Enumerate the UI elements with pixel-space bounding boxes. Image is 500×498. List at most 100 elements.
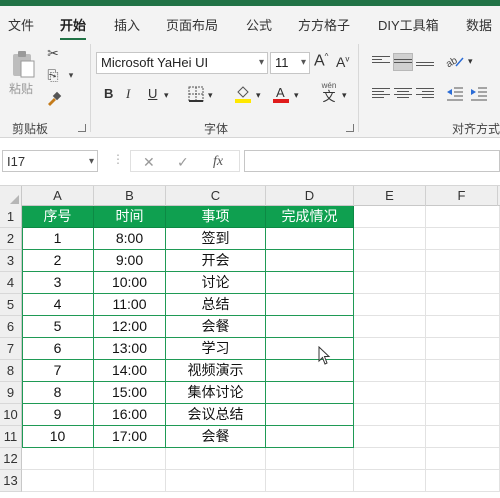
insert-function-icon[interactable]: fx [213, 154, 223, 170]
empty-cell[interactable] [354, 272, 426, 294]
table-cell[interactable] [266, 294, 354, 316]
grow-font-button[interactable]: A^ [314, 52, 328, 70]
table-cell[interactable]: 会餐 [166, 426, 266, 448]
table-cell[interactable] [266, 404, 354, 426]
row-header[interactable]: 6 [0, 316, 22, 338]
decrease-indent-icon[interactable] [446, 86, 464, 102]
table-cell[interactable]: 总结 [166, 294, 266, 316]
copy-dropdown-icon[interactable]: ▾ [62, 66, 80, 84]
underline-dropdown-icon[interactable]: ▾ [164, 90, 169, 101]
empty-cell[interactable] [354, 404, 426, 426]
table-cell[interactable]: 16:00 [94, 404, 166, 426]
table-header-cell[interactable]: 完成情况 [266, 206, 354, 228]
format-painter-icon[interactable] [44, 90, 62, 108]
tab-insert[interactable]: 插入 [114, 15, 140, 34]
empty-cell[interactable] [22, 470, 94, 492]
align-center-icon[interactable] [394, 86, 412, 102]
table-cell[interactable]: 集体讨论 [166, 382, 266, 404]
empty-cell[interactable] [426, 470, 500, 492]
column-header-c[interactable]: C [166, 186, 266, 206]
phonetic-dropdown-icon[interactable]: ▾ [342, 90, 347, 101]
row-header[interactable]: 11 [0, 426, 22, 448]
table-cell[interactable] [266, 360, 354, 382]
tab-diy-toolbox[interactable]: DIY工具箱 [378, 15, 439, 34]
table-cell[interactable]: 17:00 [94, 426, 166, 448]
table-cell[interactable]: 10 [22, 426, 94, 448]
table-cell[interactable]: 10:00 [94, 272, 166, 294]
empty-cell[interactable] [426, 382, 500, 404]
table-cell[interactable]: 开会 [166, 250, 266, 272]
empty-cell[interactable] [266, 448, 354, 470]
table-cell[interactable] [266, 316, 354, 338]
fill-color-dropdown-icon[interactable]: ▾ [256, 90, 261, 101]
shrink-font-button[interactable]: Av [336, 54, 349, 70]
empty-cell[interactable] [354, 250, 426, 272]
empty-cell[interactable] [166, 470, 266, 492]
tab-data[interactable]: 数据 [466, 15, 492, 34]
table-cell[interactable]: 视频演示 [166, 360, 266, 382]
table-cell[interactable]: 8 [22, 382, 94, 404]
table-cell[interactable] [266, 426, 354, 448]
row-header[interactable]: 1 [0, 206, 22, 228]
paste-label[interactable]: 粘贴 [9, 80, 33, 97]
font-size-select[interactable]: 11 ▾ [270, 52, 310, 74]
align-top-icon[interactable] [372, 54, 390, 70]
row-header[interactable]: 13 [0, 470, 22, 492]
table-cell[interactable] [266, 338, 354, 360]
tab-file[interactable]: 文件 [8, 15, 34, 34]
italic-button[interactable]: I [126, 86, 130, 102]
column-header-f[interactable]: F [426, 186, 498, 206]
table-cell[interactable]: 会餐 [166, 316, 266, 338]
formula-input[interactable] [244, 150, 500, 172]
align-left-icon[interactable] [372, 86, 390, 102]
table-header-cell[interactable]: 事项 [166, 206, 266, 228]
border-dropdown-icon[interactable]: ▾ [208, 90, 213, 101]
empty-cell[interactable] [354, 206, 426, 228]
row-header[interactable]: 4 [0, 272, 22, 294]
underline-button[interactable]: U [148, 86, 157, 101]
align-right-icon[interactable] [416, 86, 434, 102]
row-header[interactable]: 3 [0, 250, 22, 272]
align-middle-icon[interactable] [393, 53, 413, 71]
table-cell[interactable]: 8:00 [94, 228, 166, 250]
empty-cell[interactable] [94, 448, 166, 470]
table-cell[interactable]: 12:00 [94, 316, 166, 338]
bold-button[interactable]: B [104, 86, 113, 101]
tab-page-layout[interactable]: 页面布局 [166, 15, 218, 34]
table-header-cell[interactable]: 时间 [94, 206, 166, 228]
font-launcher-icon[interactable] [346, 124, 354, 132]
row-header[interactable]: 10 [0, 404, 22, 426]
increase-indent-icon[interactable] [470, 86, 488, 102]
table-cell[interactable]: 11:00 [94, 294, 166, 316]
table-cell[interactable]: 14:00 [94, 360, 166, 382]
row-header[interactable]: 8 [0, 360, 22, 382]
empty-cell[interactable] [22, 448, 94, 470]
clipboard-launcher-icon[interactable] [78, 124, 86, 132]
table-cell[interactable]: 9:00 [94, 250, 166, 272]
empty-cell[interactable] [426, 404, 500, 426]
empty-cell[interactable] [426, 448, 500, 470]
table-cell[interactable] [266, 272, 354, 294]
table-header-cell[interactable]: 序号 [22, 206, 94, 228]
border-icon[interactable] [188, 86, 204, 102]
empty-cell[interactable] [426, 250, 500, 272]
empty-cell[interactable] [426, 206, 500, 228]
empty-cell[interactable] [354, 228, 426, 250]
column-header-d[interactable]: D [266, 186, 354, 206]
column-header-b[interactable]: B [94, 186, 166, 206]
row-header[interactable]: 12 [0, 448, 22, 470]
table-cell[interactable]: 5 [22, 316, 94, 338]
cancel-icon[interactable]: ✕ [143, 154, 155, 171]
row-header[interactable]: 7 [0, 338, 22, 360]
row-header[interactable]: 9 [0, 382, 22, 404]
empty-cell[interactable] [354, 360, 426, 382]
empty-cell[interactable] [426, 294, 500, 316]
font-name-select[interactable]: Microsoft YaHei UI ▾ [96, 52, 268, 74]
empty-cell[interactable] [426, 338, 500, 360]
table-cell[interactable]: 4 [22, 294, 94, 316]
row-header[interactable]: 5 [0, 294, 22, 316]
row-header[interactable]: 2 [0, 228, 22, 250]
tab-formulas[interactable]: 公式 [246, 15, 272, 34]
empty-cell[interactable] [166, 448, 266, 470]
tab-fangfang[interactable]: 方方格子 [298, 15, 350, 34]
